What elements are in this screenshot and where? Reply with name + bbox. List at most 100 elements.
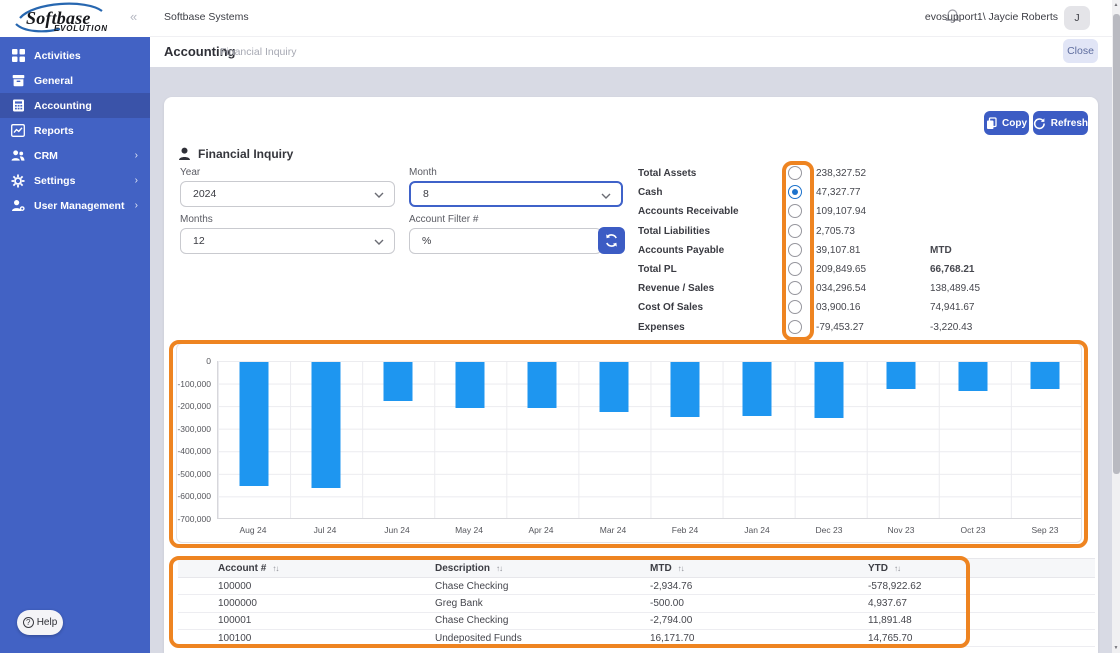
summary-row: Cost Of Sales 03,900.16 74,941.67 xyxy=(638,298,1084,317)
year-select[interactable]: 2024 xyxy=(180,181,395,207)
summary-value: 209,849.65 xyxy=(816,263,867,275)
month-value: 8 xyxy=(423,188,429,200)
table-row[interactable]: 1000000 Greg Bank -500.00 4,937.67 xyxy=(178,595,1095,613)
chart-bar[interactable] xyxy=(383,362,413,401)
summary-radio[interactable] xyxy=(788,185,802,200)
table-cell: 14,765.70 xyxy=(868,632,913,644)
gear-icon xyxy=(11,174,25,188)
summary-radio[interactable] xyxy=(788,319,802,334)
summary-radio[interactable] xyxy=(788,300,802,315)
table-body: 100000 Chase Checking -2,934.76 -578,922.62… xyxy=(178,578,1095,648)
summary-radio[interactable] xyxy=(788,281,802,296)
month-select[interactable]: 8 xyxy=(409,181,623,207)
scrollbar-thumb[interactable] xyxy=(1112,14,1120,474)
close-button[interactable]: Close xyxy=(1063,39,1098,63)
x-category-label: Jun 24 xyxy=(384,525,410,535)
column-header-ytd[interactable]: YTD ↑↓ xyxy=(868,563,1095,574)
months-select[interactable]: 12 xyxy=(180,228,395,254)
y-tick-label: -200,000 xyxy=(177,401,211,412)
refresh-button[interactable]: Refresh xyxy=(1033,111,1088,135)
copy-button[interactable]: Copy xyxy=(984,111,1029,135)
user-icon xyxy=(11,199,25,213)
column-label: Description xyxy=(435,562,491,574)
sidebar-item-general[interactable]: General xyxy=(0,68,150,93)
y-tick-label: -300,000 xyxy=(177,423,211,434)
account-filter-input[interactable]: % xyxy=(409,228,602,254)
person-icon xyxy=(179,147,190,160)
chart-bar[interactable] xyxy=(527,362,557,409)
sidebar-item-accounting[interactable]: Accounting xyxy=(0,93,150,118)
sidebar-item-activities[interactable]: Activities xyxy=(0,43,150,68)
sort-icon[interactable]: ↑↓ xyxy=(678,564,685,573)
summary-row: Total Assets 238,327.52 xyxy=(638,164,1084,183)
x-category-label: Dec 23 xyxy=(815,525,843,535)
summary-value: 238,327.52 xyxy=(816,168,867,179)
logo-subtext: EVOLUTION xyxy=(54,24,108,33)
sidebar-item-user-management[interactable]: User Management › xyxy=(0,193,150,218)
summary-mtd-value: MTD xyxy=(930,244,952,256)
table-cell: 1000000 xyxy=(218,597,257,609)
chart-bar[interactable] xyxy=(239,362,269,487)
sort-icon[interactable]: ↑↓ xyxy=(496,564,503,573)
content-area: Copy Refresh Financial Inquiry Year 2024 xyxy=(150,67,1112,653)
bar-slot xyxy=(362,361,434,518)
copy-icon xyxy=(987,116,997,129)
scroll-up-icon[interactable]: ▲ xyxy=(1112,2,1120,8)
chart-bar[interactable] xyxy=(670,362,700,417)
summary-label: Cost Of Sales xyxy=(638,302,704,314)
sidebar-item-settings[interactable]: Settings › xyxy=(0,168,150,193)
summary-value: 47,327.77 xyxy=(816,187,861,199)
chart-bar[interactable] xyxy=(1030,362,1060,389)
table-row[interactable]: 100100 Undeposited Funds 16,171.70 14,765.7… xyxy=(178,629,1095,648)
table-row[interactable]: 100000 Chase Checking -2,934.76 -578,922.62 xyxy=(178,578,1095,596)
column-label: Account # xyxy=(218,562,267,574)
x-category-label: Jul 24 xyxy=(313,525,337,535)
summary-radio[interactable] xyxy=(788,166,802,180)
column-label: YTD xyxy=(868,562,888,574)
table-cell: 4,937.67 xyxy=(868,597,907,609)
summary-row: Accounts Payable 39,107.81 MTD xyxy=(638,241,1084,260)
filter-refresh-button[interactable] xyxy=(598,227,625,254)
sort-icon[interactable]: ↑↓ xyxy=(894,564,901,573)
chart-bar[interactable] xyxy=(742,362,772,416)
sidebar-item-crm[interactable]: CRM › xyxy=(0,143,150,168)
chart-bar[interactable] xyxy=(886,362,916,390)
summary-radio[interactable] xyxy=(788,242,802,257)
column-header-mtd[interactable]: MTD ↑↓ xyxy=(650,563,868,574)
bar-slot xyxy=(937,361,1009,518)
sort-icon[interactable]: ↑↓ xyxy=(272,564,279,573)
chart-bar[interactable] xyxy=(599,362,629,413)
column-header-description[interactable]: Description ↑↓ xyxy=(435,563,650,574)
table-row[interactable]: 100001 Chase Checking -2,794.00 11,891.48 xyxy=(178,612,1095,630)
summary-radio[interactable] xyxy=(788,261,802,276)
x-category-label: May 24 xyxy=(455,525,483,535)
sidebar-item-label: Activities xyxy=(34,49,81,62)
chart-y-axis: 0 -100,000 -200,000 -300,000 -400,000 -500,00… xyxy=(177,356,211,524)
avatar[interactable]: J xyxy=(1064,6,1090,30)
help-label: Help xyxy=(36,617,58,628)
y-tick-label: -700,000 xyxy=(177,514,211,524)
y-tick-label: -600,000 xyxy=(177,491,211,502)
chevron-right-icon: › xyxy=(134,200,138,211)
summary-radio[interactable] xyxy=(788,223,802,238)
chart-bar[interactable] xyxy=(814,362,844,418)
column-header-account[interactable]: Account # ↑↓ xyxy=(218,563,435,574)
help-button[interactable]: ? Help xyxy=(17,610,63,635)
bar-slot xyxy=(578,361,650,518)
scroll-down-icon[interactable]: ▼ xyxy=(1112,645,1120,651)
scrollbar[interactable]: ▲ ▼ xyxy=(1112,0,1120,653)
y-tick-label: -500,000 xyxy=(177,468,211,479)
user-name: evosupport1\ Jaycie Roberts xyxy=(924,11,1058,23)
sidebar-collapse-icon[interactable]: « xyxy=(130,9,137,24)
account-filter-label: Account Filter # xyxy=(409,214,479,225)
summary-label: Total PL xyxy=(638,263,677,275)
sidebar-item-reports[interactable]: Reports xyxy=(0,118,150,143)
summary-radio[interactable] xyxy=(788,204,802,219)
table-cell: Chase Checking xyxy=(435,580,509,592)
sidebar-item-label: CRM xyxy=(34,149,58,162)
chart-bar[interactable] xyxy=(311,362,341,488)
chart-bar[interactable] xyxy=(958,362,988,392)
chart-bar[interactable] xyxy=(455,362,485,409)
table-cell: -2,934.76 xyxy=(650,580,693,592)
summary-label: Accounts Payable xyxy=(638,244,725,256)
